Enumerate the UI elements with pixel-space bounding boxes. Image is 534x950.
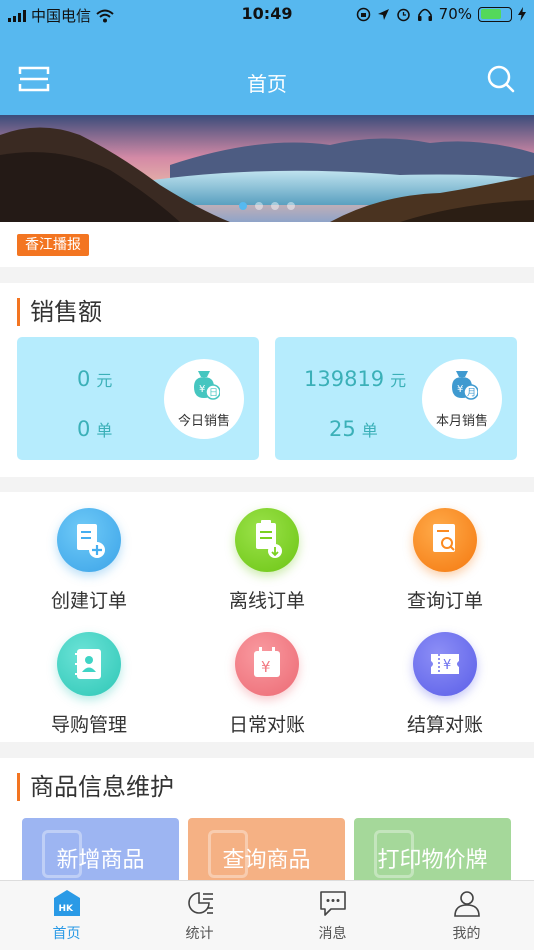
carousel-dot[interactable] <box>287 202 295 210</box>
news-strip: 香江播报 <box>0 222 534 267</box>
battery-icon <box>478 6 512 22</box>
search-icon[interactable] <box>486 64 516 94</box>
offline-order-button[interactable]: 离线订单 <box>178 508 356 628</box>
carousel-dot-active[interactable] <box>239 202 247 210</box>
month-amount: 139819 元 <box>304 367 407 391</box>
stats-icon <box>188 892 213 914</box>
svg-text:¥: ¥ <box>199 384 205 395</box>
sales-section: 销售额 0元 0单 ¥ 日 今日销售 139819 元 25 单 ¥ 月 本月销… <box>0 283 534 477</box>
today-sales-card[interactable]: 0元 0单 ¥ 日 今日销售 <box>17 337 259 460</box>
home-icon: HK <box>54 890 80 916</box>
goods-title: 商品信息维护 <box>17 773 174 801</box>
offline-order-icon <box>235 508 299 572</box>
add-goods-button[interactable]: 新增商品 <box>22 818 179 880</box>
svg-text:月: 月 <box>467 388 476 399</box>
status-bar: 中国电信 10:49 70% <box>0 0 534 30</box>
money-bag-icon: ¥ 日 <box>194 371 220 400</box>
nav-bar: 首页 <box>0 30 534 115</box>
banner-carousel[interactable] <box>0 115 534 222</box>
tab-home-label: 首页 <box>52 926 81 942</box>
tab-messages-label: 消息 <box>318 926 347 942</box>
query-goods-button[interactable]: 查询商品 <box>188 818 345 880</box>
settlement-reconcile-button[interactable]: ¥ 结算对账 <box>356 632 534 752</box>
daily-reconcile-icon: ¥ <box>235 632 299 696</box>
battery-percent: 70% <box>438 5 472 23</box>
tab-profile-label: 我的 <box>452 926 481 942</box>
guide-manage-label: 导购管理 <box>50 714 127 736</box>
carousel-dots <box>0 202 534 210</box>
sales-title: 销售额 <box>17 298 102 326</box>
svg-text:¥: ¥ <box>443 658 451 673</box>
today-sales-badge: ¥ 日 今日销售 <box>164 359 244 439</box>
guide-manage-button[interactable]: 导购管理 <box>0 632 178 752</box>
svg-text:¥: ¥ <box>457 384 463 395</box>
add-goods-label: 新增商品 <box>56 848 145 873</box>
query-order-button[interactable]: 查询订单 <box>356 508 534 628</box>
create-order-icon <box>57 508 121 572</box>
create-order-button[interactable]: 创建订单 <box>0 508 178 628</box>
tab-home[interactable]: HK 首页 <box>0 881 133 950</box>
settlement-reconcile-icon: ¥ <box>413 632 477 696</box>
today-orders: 0单 <box>77 417 113 441</box>
tab-profile[interactable]: 我的 <box>400 881 533 950</box>
alarm-icon <box>396 8 410 21</box>
offline-order-label: 离线订单 <box>228 590 305 612</box>
tab-stats[interactable]: 统计 <box>133 881 266 950</box>
query-goods-label: 查询商品 <box>222 848 311 873</box>
create-order-label: 创建订单 <box>50 590 127 612</box>
location-icon <box>377 8 389 20</box>
goods-section: 商品信息维护 新增商品 查询商品 打印物价牌 <box>0 758 534 880</box>
query-order-icon <box>413 508 477 572</box>
carousel-dot[interactable] <box>271 202 279 210</box>
settlement-reconcile-label: 结算对账 <box>406 714 483 736</box>
money-bag-icon: ¥ 月 <box>452 371 478 400</box>
headphones-icon <box>417 8 432 21</box>
today-sales-label: 今日销售 <box>177 414 230 429</box>
query-order-label: 查询订单 <box>406 590 483 612</box>
tab-bar: HK 首页 统计 消息 我的 <box>0 880 534 950</box>
month-orders: 25 单 <box>329 417 378 441</box>
print-price-tag-label: 打印物价牌 <box>377 848 488 873</box>
tab-messages[interactable]: 消息 <box>266 881 399 950</box>
charging-icon <box>518 7 526 21</box>
tab-stats-label: 统计 <box>185 926 214 942</box>
today-amount: 0元 <box>77 367 113 391</box>
page-title: 首页 <box>247 72 287 96</box>
orientation-lock-icon <box>356 7 370 21</box>
daily-reconcile-label: 日常对账 <box>228 714 305 736</box>
news-tag[interactable]: 香江播报 <box>17 234 89 256</box>
message-icon <box>320 891 346 916</box>
svg-text:HK: HK <box>59 904 75 914</box>
month-sales-badge: ¥ 月 本月销售 <box>422 359 502 439</box>
svg-text:日: 日 <box>209 388 218 399</box>
month-sales-label: 本月销售 <box>435 414 488 429</box>
profile-icon <box>454 891 480 917</box>
function-grid: 创建订单 离线订单 查询订单 导购管理 ¥ 日常对账 ¥ 结算对账 <box>0 492 534 742</box>
svg-text:¥: ¥ <box>261 658 271 676</box>
carousel-dot[interactable] <box>255 202 263 210</box>
daily-reconcile-button[interactable]: ¥ 日常对账 <box>178 632 356 752</box>
guide-manage-icon <box>57 632 121 696</box>
month-sales-card[interactable]: 139819 元 25 单 ¥ 月 本月销售 <box>275 337 517 460</box>
print-price-tag-button[interactable]: 打印物价牌 <box>354 818 511 880</box>
